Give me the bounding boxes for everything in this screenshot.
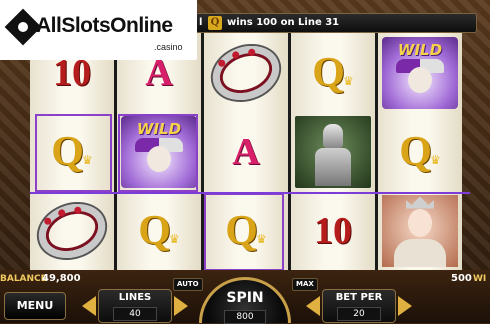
bet-increase-arrow-icon[interactable] [398,296,412,316]
payline [30,192,470,194]
queen-portrait-icon [382,194,458,267]
symbol-queen-card: Q ♛ [378,112,462,191]
symbol-q-text: Q [138,207,171,254]
crown-icon: ♛ [168,231,180,246]
auto-button[interactable]: AUTO [173,278,203,291]
lines-increase-arrow-icon[interactable] [174,296,188,316]
balance-label: BALANCE [0,274,47,284]
logo-brand: AllSlotsOnline [36,14,173,37]
bet-value: 20 [337,307,381,321]
symbol-a-text: A [232,130,260,173]
total-bet-value: 800 [224,310,266,324]
lines-label: LINES [118,292,152,303]
lines-stepper: LINES 40 [98,289,172,323]
symbol-q-text: Q [312,49,345,96]
wild-text: WILD [397,40,443,59]
win-highlight [204,193,284,271]
lines-value: 40 [113,307,157,321]
ring-icon [31,194,113,267]
win-message: wins 100 on Line 31 [227,17,340,28]
logo-tld: .casino [154,42,183,52]
crown-icon: ♛ [342,73,354,88]
win-value: 500 [451,273,472,284]
symbol-queen-card: Q ♛ [117,191,201,270]
jester-wild-icon: WILD [382,36,458,109]
win-highlight [118,114,198,192]
win-label: WI [473,274,487,284]
queen-card-icon: Q [208,16,222,30]
knight-icon [295,115,371,188]
win-highlight [35,114,112,192]
spin-label: SPIN [226,290,264,306]
symbol-a: A [204,112,288,191]
symbol-knight [291,112,375,191]
win-info-bar: l Q wins 100 on Line 31 [150,13,477,33]
symbol-queen-card: Q ♛ [291,33,375,112]
symbol-ring [204,33,288,112]
crown-icon: ♛ [429,152,441,167]
site-logo: AllSlotsOnline .casino [0,0,197,60]
bet-decrease-arrow-icon[interactable] [306,296,320,316]
symbol-ring [30,191,114,270]
bet-stepper: BET PER 20 [322,289,396,323]
balance-value: 49,800 [42,273,81,284]
max-bet-button[interactable]: MAX [292,278,318,291]
symbol-q-text: Q [399,128,432,175]
lines-decrease-arrow-icon[interactable] [82,296,96,316]
symbol-10-text: 10 [314,209,352,252]
symbol-queen-portrait [378,191,462,270]
reel-5: WILD Q ♛ [378,33,462,270]
symbol-wild: WILD [378,33,462,112]
menu-button[interactable]: MENU [4,292,66,320]
reel-4: Q ♛ 10 [291,33,375,270]
symbol-10: 10 [291,191,375,270]
bet-label: BET PER [335,292,383,303]
ring-icon [205,36,287,109]
info-prefix: l [199,17,203,28]
